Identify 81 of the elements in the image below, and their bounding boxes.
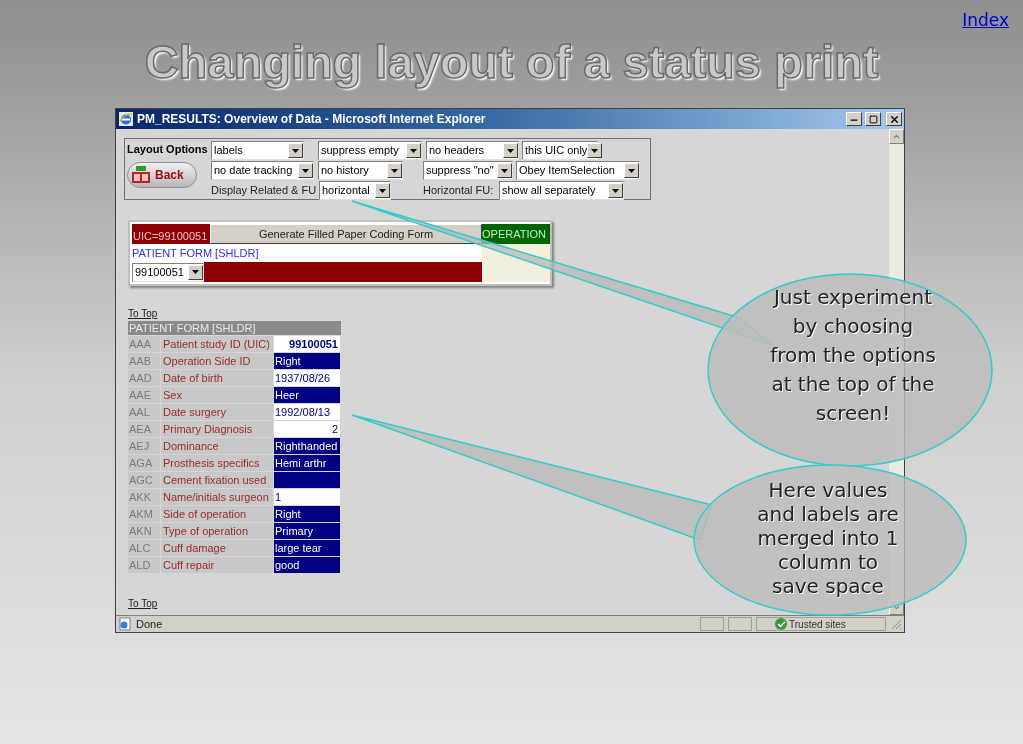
dropdown-select[interactable]: 99100051 xyxy=(132,262,204,282)
field-code: AGA xyxy=(128,455,160,471)
field-value: good xyxy=(274,557,340,573)
field-label: Prosthesis specifics xyxy=(161,455,273,471)
option-label: Horizontal FU: xyxy=(423,183,495,199)
back-button[interactable]: Back xyxy=(127,161,197,188)
field-value: Right xyxy=(274,353,340,369)
dropdown-select[interactable]: horizontal xyxy=(319,181,391,200)
scroll-up-icon[interactable] xyxy=(889,129,904,144)
generate-form-button[interactable]: Generate Filled Paper Coding Form xyxy=(210,224,482,244)
maximize-icon xyxy=(868,114,878,124)
field-value: 2 xyxy=(274,421,340,437)
uic-label: UIC=99100051 xyxy=(132,224,210,244)
option-label: Display Related & FU xyxy=(211,183,318,199)
field-value: Primary xyxy=(274,523,340,539)
field-label: Patient study ID (UIC) xyxy=(161,336,273,352)
field-code: AKM xyxy=(128,506,160,522)
field-label: Date surgery xyxy=(161,404,273,420)
field-value: 1992/08/13 xyxy=(274,404,340,420)
operation-label: OPERATION xyxy=(482,224,550,244)
status-text: Done xyxy=(136,616,164,632)
field-code: ALD xyxy=(128,557,160,573)
status-pane xyxy=(700,617,724,631)
layout-options-label: Layout Options xyxy=(127,142,209,157)
dropdown-select[interactable]: suppress empty xyxy=(318,141,422,160)
dropdown-select[interactable]: suppress "no" xyxy=(423,161,513,180)
page-icon xyxy=(118,617,132,631)
field-code: AAD xyxy=(128,370,160,386)
field-label: Name/initials surgeon xyxy=(161,489,273,505)
field-code: AAB xyxy=(128,353,160,369)
field-label: Date of birth xyxy=(161,370,273,386)
close-button[interactable] xyxy=(886,112,902,126)
field-code: ALC xyxy=(128,540,160,556)
field-code: AAL xyxy=(128,404,160,420)
field-code: AEJ xyxy=(128,438,160,454)
callout-text: Here values and labels are merged into 1 column to save space xyxy=(756,478,900,598)
dropdown-select[interactable]: show all separately xyxy=(499,181,624,200)
field-label: Side of operation xyxy=(161,506,273,522)
table-header: PATIENT FORM [SHLDR] xyxy=(128,321,341,335)
field-code: AAE xyxy=(128,387,160,403)
dropdown-select[interactable]: no headers xyxy=(426,141,519,160)
field-value: 99100051 xyxy=(274,336,340,352)
field-label: Cuff damage xyxy=(161,540,273,556)
maximize-button[interactable] xyxy=(865,112,881,126)
field-value: large tear xyxy=(274,540,340,556)
resize-grip-icon xyxy=(890,618,902,630)
to-top-link[interactable]: To Top xyxy=(128,596,158,611)
window-title: PM_RESULTS: Overview of Data - Microsoft Internet Explorer xyxy=(137,111,487,128)
field-code: AAA xyxy=(128,336,160,352)
callout-text: Just experiment by choosing from the options at the top of the screen! xyxy=(769,284,937,427)
status-pane xyxy=(728,617,752,631)
to-top-link[interactable]: To Top xyxy=(128,306,158,321)
field-value: Right xyxy=(274,506,340,522)
field-value: Heer xyxy=(274,387,340,403)
field-code: AKK xyxy=(128,489,160,505)
field-label: Cuff repair xyxy=(161,557,273,573)
field-label: Sex xyxy=(161,387,273,403)
form-name: PATIENT FORM [SHLDR] xyxy=(132,245,260,261)
check-icon xyxy=(775,618,787,630)
dropdown-select[interactable]: no date tracking xyxy=(211,161,314,180)
field-label: Primary Diagnosis xyxy=(161,421,273,437)
field-label: Operation Side ID xyxy=(161,353,273,369)
field-value: 1 xyxy=(274,489,340,505)
dropdown-select[interactable]: no history xyxy=(318,161,403,180)
minimize-button[interactable] xyxy=(846,112,862,126)
field-code: AEA xyxy=(128,421,160,437)
field-label: Type of operation xyxy=(161,523,273,539)
field-value: Hemi arthr xyxy=(274,455,340,471)
dropdown-select[interactable]: Obey ItemSelection xyxy=(516,161,640,180)
close-icon xyxy=(888,113,900,125)
field-value: 1937/08/26 xyxy=(274,370,340,386)
exit-sign-icon xyxy=(131,165,151,184)
field-label: Cement fixation used xyxy=(161,472,273,488)
field-code: AKN xyxy=(128,523,160,539)
index-link[interactable]: Index xyxy=(962,8,1009,32)
field-label: Dominance xyxy=(161,438,273,454)
field-code: AGC xyxy=(128,472,160,488)
security-zone: Trusted sites xyxy=(789,617,846,632)
browser-logo-icon xyxy=(118,111,134,127)
dropdown-select[interactable]: labels xyxy=(211,141,304,160)
field-value: Righthanded xyxy=(274,438,340,454)
